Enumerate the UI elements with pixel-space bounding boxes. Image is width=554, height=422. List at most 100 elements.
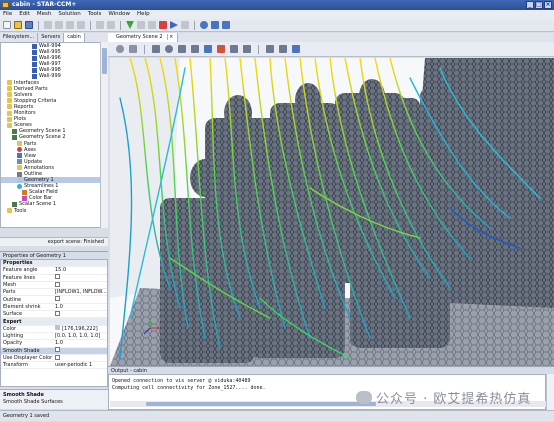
property-key: Lighting [3, 333, 24, 340]
axes-icon [17, 147, 22, 153]
tree-scroll-thumb[interactable] [102, 48, 107, 74]
step-icon[interactable] [181, 21, 189, 29]
property-row[interactable]: Color [176,196,222] [1, 325, 107, 333]
property-key: Transform [3, 362, 28, 369]
property-value[interactable]: 15.0 [53, 267, 107, 273]
delete-icon[interactable] [77, 21, 85, 29]
scene-viewport[interactable] [110, 58, 554, 366]
close-button[interactable]: × [544, 1, 552, 9]
help-text: Smooth Shade Surfaces [3, 399, 63, 405]
property-value[interactable] [53, 274, 107, 281]
menu-file[interactable]: File [3, 10, 12, 19]
boundary-icon [32, 74, 37, 80]
colormap-icon[interactable] [217, 45, 225, 53]
property-value[interactable] [53, 347, 107, 354]
rotate-icon[interactable] [165, 45, 173, 53]
tab-geometry-scene-2[interactable]: Geometry Scene 2 × [108, 33, 179, 42]
cut-icon[interactable] [44, 21, 52, 29]
grid-view-icon[interactable] [266, 45, 274, 53]
pause-icon[interactable] [211, 21, 219, 29]
property-value[interactable] [53, 310, 107, 318]
property-key: Use Displayer Color [3, 355, 53, 361]
copy-icon[interactable] [55, 21, 63, 29]
paste-icon[interactable] [66, 21, 74, 29]
redo-icon[interactable] [107, 21, 115, 29]
property-value[interactable] [53, 354, 107, 362]
run-icon[interactable] [170, 21, 178, 29]
boundary-icon [32, 67, 37, 73]
property-checkbox[interactable] [55, 274, 60, 280]
stop-icon[interactable] [159, 21, 167, 29]
fit-icon[interactable] [129, 45, 137, 53]
select-icon[interactable] [204, 45, 212, 53]
mesh-funnel-icon[interactable] [126, 21, 134, 29]
minimize-button[interactable]: _ [526, 1, 534, 9]
output-header: Output - cabin [108, 366, 554, 374]
menu-solution[interactable]: Solution [58, 10, 80, 19]
maximize-button[interactable]: □ [535, 1, 543, 9]
color-swatch [55, 325, 60, 331]
menu-window[interactable]: Window [108, 10, 130, 19]
view-icon[interactable] [152, 45, 160, 53]
grid-icon[interactable] [137, 21, 145, 29]
watermark: 公众号 · 欧艾提希热仿真 [356, 388, 531, 407]
property-checkbox[interactable] [55, 281, 60, 287]
menu-tools[interactable]: Tools [88, 10, 102, 19]
property-row[interactable]: Surface [1, 310, 107, 319]
property-row[interactable]: Mesh [1, 281, 107, 290]
tree-scrollbar[interactable] [100, 42, 108, 228]
property-value[interactable]: 1.0 [53, 304, 107, 310]
watermark-text: 公众号 · 欧艾提希热仿真 [376, 392, 532, 407]
property-row[interactable]: Use Displayer Color [1, 354, 107, 363]
tab-cabin[interactable]: cabin [64, 33, 85, 42]
tree-status: export scene: Finished [0, 237, 108, 246]
property-value[interactable] [53, 296, 107, 303]
property-key: Parts [3, 289, 16, 296]
property-row[interactable]: Outline [1, 296, 107, 304]
output-scrollbar[interactable] [546, 374, 554, 410]
camera-icon[interactable] [178, 45, 186, 53]
property-key: Feature angle [3, 267, 38, 274]
save-icon[interactable] [25, 21, 33, 29]
property-key: Surface [3, 311, 23, 318]
tree-node[interactable]: Tools [1, 208, 107, 214]
print-icon[interactable] [230, 45, 238, 53]
zoom-icon[interactable] [116, 45, 124, 53]
property-checkbox[interactable] [55, 347, 60, 353]
snapshot-icon[interactable] [279, 45, 287, 53]
property-checkbox[interactable] [55, 310, 60, 316]
menu-mesh[interactable]: Mesh [37, 10, 51, 19]
tab-servers[interactable]: Servers [38, 33, 65, 42]
monitor-icon[interactable] [222, 21, 230, 29]
output-hscroll-thumb[interactable] [146, 402, 376, 406]
property-value-text: 15.0 [55, 267, 67, 274]
property-row[interactable]: Lighting [0.0, 1.0, 1.0, 1.0] [1, 333, 107, 341]
folder-icon [7, 104, 12, 110]
app-icon [2, 2, 9, 8]
new-file-icon[interactable] [3, 21, 11, 29]
property-value[interactable] [53, 281, 107, 289]
property-value-text: [INFLOW1, INFLOW... [55, 289, 107, 296]
open-folder-icon[interactable] [14, 21, 22, 29]
property-checkbox[interactable] [55, 296, 60, 302]
clear-icon[interactable] [148, 21, 156, 29]
property-value[interactable]: user-periodic 1 [53, 362, 107, 368]
property-value[interactable]: [0.0, 1.0, 1.0, 1.0] [53, 333, 107, 339]
export-icon[interactable] [243, 45, 251, 53]
property-value[interactable]: 1.0 [53, 340, 107, 346]
colorbar-icon [22, 195, 27, 201]
property-value[interactable]: [INFLOW1, INFLOW... [53, 289, 107, 295]
property-row[interactable]: Transform user-periodic 1 [1, 362, 107, 370]
start-icon[interactable] [200, 21, 208, 29]
tab-filesystem[interactable]: Filesystem... [0, 33, 39, 42]
menu-edit[interactable]: Edit [19, 10, 30, 19]
menu-help[interactable]: Help [137, 10, 150, 19]
play-icon[interactable] [292, 45, 300, 53]
property-section[interactable]: Properties [1, 260, 107, 268]
properties-header: Properties of Geometry 1 [0, 251, 108, 259]
property-checkbox[interactable] [55, 354, 60, 360]
property-value[interactable]: [176,196,222] [53, 325, 107, 332]
undo-icon[interactable] [96, 21, 104, 29]
scene-tab-label: Geometry Scene 2 [112, 34, 168, 40]
light-icon[interactable] [191, 45, 199, 53]
